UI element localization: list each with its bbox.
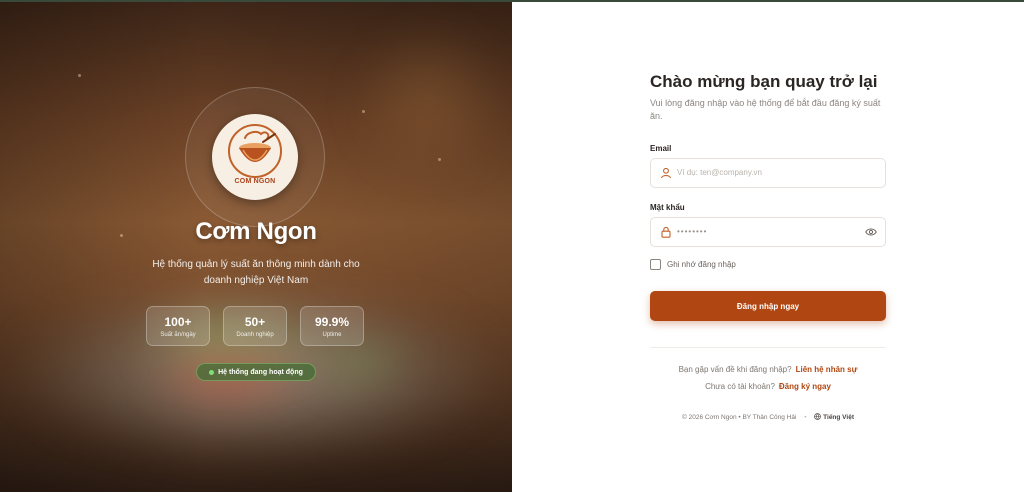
- email-field[interactable]: Ví dụ: ten@company.vn: [650, 158, 886, 188]
- divider: [650, 347, 886, 348]
- page-subtitle: Vui lòng đăng nhập vào hệ thống để bắt đ…: [650, 98, 881, 121]
- brand-logo: COM NGON: [212, 114, 298, 200]
- stat-value: 99.9%: [314, 315, 350, 329]
- status-text: Hệ thống đang hoạt động: [218, 368, 303, 376]
- lock-icon: [661, 226, 671, 238]
- eye-icon[interactable]: [865, 227, 877, 237]
- page-title: Chào mừng bạn quay trở lại: [650, 72, 878, 91]
- hero-particle: [78, 74, 81, 77]
- logo-text: COM NGON: [234, 178, 276, 185]
- stat-label: Doanh nghiệp: [236, 332, 274, 338]
- stat-label: Uptime: [322, 332, 342, 338]
- language-label: Tiếng Việt: [823, 414, 854, 421]
- login-button[interactable]: Đăng nhập ngay: [650, 291, 886, 321]
- hero-particle: [362, 110, 365, 113]
- status-dot-icon: [209, 369, 215, 375]
- stat-value: 100+: [164, 315, 192, 329]
- system-status-badge: Hệ thống đang hoạt động: [196, 363, 316, 381]
- brand-tagline: Hệ thống quản lý suất ăn thông minh dành…: [152, 259, 360, 286]
- stat-value: 50+: [244, 315, 266, 329]
- language-switcher[interactable]: Tiếng Việt: [814, 413, 854, 421]
- stat-label: Suất ăn/ngày: [160, 332, 196, 338]
- email-label: Email: [650, 144, 672, 153]
- help-row: Bạn gặp vấn đề khi đăng nhập? Liên hệ nhâ…: [512, 365, 1024, 374]
- password-label: Mật khẩu: [650, 203, 685, 212]
- footer: © 2026 Cơm Ngon • BY Thân Công Hải • Tiế…: [512, 413, 1024, 421]
- copyright: © 2026 Cơm Ngon • BY Thân Công Hải: [682, 414, 797, 421]
- stat-card-meals: 100+ Suất ăn/ngày: [146, 306, 210, 346]
- globe-icon: [814, 413, 822, 420]
- email-placeholder: Ví dụ: ten@company.vn: [677, 168, 762, 177]
- signup-row: Chưa có tài khoản? Đăng ký ngay: [512, 382, 1024, 391]
- hero-overlay: [0, 2, 512, 492]
- hero-panel: COM NGON Cơm Ngon Hệ thống quản lý suất …: [0, 2, 512, 492]
- password-field[interactable]: ••••••••: [650, 217, 886, 247]
- rice-bowl-icon: [228, 124, 282, 178]
- brand-name: Cơm Ngon: [195, 218, 317, 245]
- remember-label: Ghi nhớ đăng nhập: [667, 260, 736, 269]
- stat-card-uptime: 99.9% Uptime: [300, 306, 364, 346]
- signup-link[interactable]: Đăng ký ngay: [779, 382, 831, 391]
- login-panel: Chào mừng bạn quay trở lại Vui lòng đăng…: [512, 2, 1024, 492]
- hero-particle: [438, 158, 441, 161]
- user-icon: [660, 167, 672, 179]
- remember-me[interactable]: Ghi nhớ đăng nhập: [650, 259, 736, 270]
- footer-separator: •: [804, 414, 807, 421]
- stat-card-companies: 50+ Doanh nghiệp: [223, 306, 287, 346]
- contact-hr-link[interactable]: Liên hệ nhân sự: [796, 365, 858, 374]
- signup-text: Chưa có tài khoản?: [705, 382, 775, 391]
- help-text: Bạn gặp vấn đề khi đăng nhập?: [678, 365, 792, 374]
- remember-checkbox[interactable]: [650, 259, 661, 270]
- password-value: ••••••••: [677, 227, 708, 236]
